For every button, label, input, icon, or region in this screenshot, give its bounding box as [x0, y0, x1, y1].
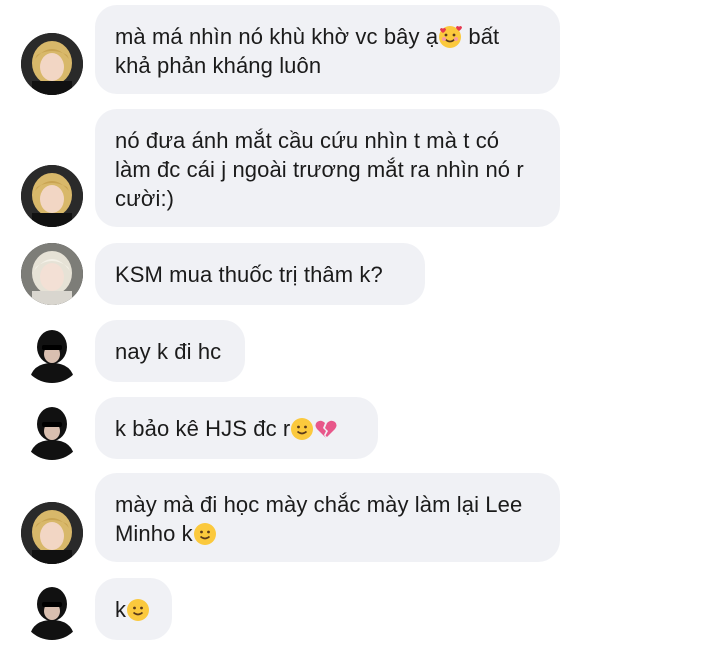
chat-thread: mà má nhìn nó khù khờ vc bây ạ bất khả p…	[0, 0, 720, 647]
avatar[interactable]	[21, 165, 83, 227]
avatar[interactable]	[21, 398, 83, 460]
message-bubble[interactable]: k bảo kê HJS đc r	[95, 397, 378, 459]
message-text: k bảo kê HJS đc r	[115, 416, 291, 441]
message-bubble[interactable]: nay k đi hc	[95, 320, 245, 382]
avatar[interactable]	[21, 502, 83, 564]
avatar[interactable]	[21, 243, 83, 305]
message-text: mày mà đi học mày chắc mày làm lại Lee M…	[115, 492, 523, 546]
avatar-dark-icon	[21, 321, 83, 383]
message-bubble[interactable]: mày mà đi học mày chắc mày làm lại Lee M…	[95, 473, 560, 562]
message-text: KSM mua thuốc trị thâm k?	[115, 262, 383, 287]
broken-heart-icon	[314, 417, 338, 441]
message-bubble[interactable]: nó đưa ánh mắt cầu cứu nhìn t mà t có là…	[95, 109, 560, 227]
avatar-blonde-icon	[21, 33, 83, 95]
avatar[interactable]	[21, 33, 83, 95]
avatar-blonde-icon	[21, 165, 83, 227]
avatar[interactable]	[21, 321, 83, 383]
message-text: k	[115, 597, 127, 622]
avatar-dark-icon	[21, 398, 83, 460]
message-bubble[interactable]: mà má nhìn nó khù khờ vc bây ạ bất khả p…	[95, 5, 560, 94]
message-text: mà má nhìn nó khù khờ vc bây ạ	[115, 24, 439, 49]
message-text: nó đưa ánh mắt cầu cứu nhìn t mà t có là…	[115, 128, 524, 211]
message-bubble[interactable]: k	[95, 578, 172, 640]
avatar-dark-icon	[21, 578, 83, 640]
slightly-smiling-face-icon	[126, 598, 150, 622]
avatar[interactable]	[21, 578, 83, 640]
slightly-smiling-face-icon	[290, 417, 314, 441]
message-text: nay k đi hc	[115, 339, 222, 364]
avatar-blonde-icon	[21, 502, 83, 564]
message-bubble[interactable]: KSM mua thuốc trị thâm k?	[95, 243, 425, 305]
avatar-platinum-icon	[21, 243, 83, 305]
slightly-smiling-face-icon	[193, 522, 217, 546]
smiling-face-with-hearts-icon	[438, 25, 463, 49]
